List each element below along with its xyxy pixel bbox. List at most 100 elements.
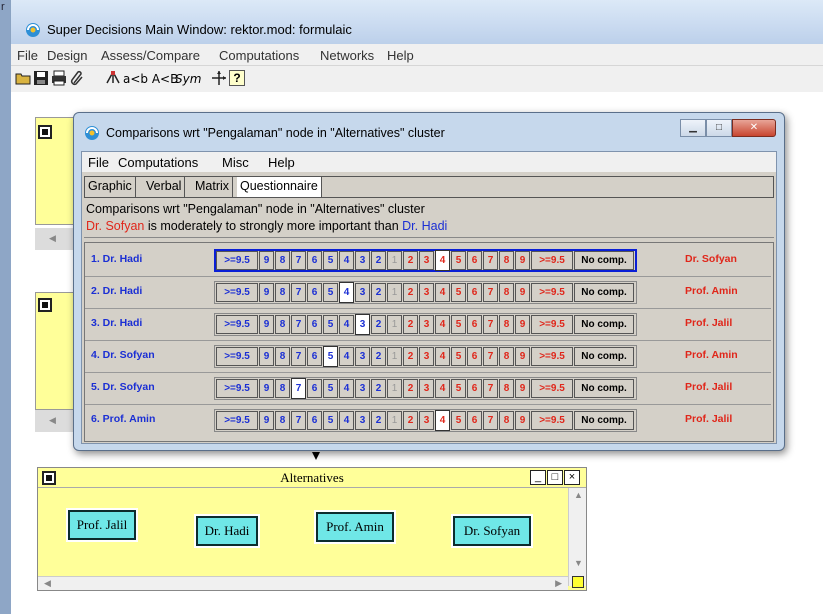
scale-right-7[interactable]: 7: [483, 283, 498, 302]
scale-right-5[interactable]: 5: [451, 251, 466, 270]
tab-verbal[interactable]: Verbal: [143, 177, 186, 197]
scale-left-7[interactable]: 7: [291, 411, 306, 430]
scale-left->=9.5[interactable]: >=9.5: [216, 347, 258, 366]
cluster-vertical-scrollbar[interactable]: ▲ ▼: [568, 488, 586, 586]
relations-button[interactable]: a<b A<B: [123, 72, 178, 86]
scale-equal-1[interactable]: 1: [387, 315, 402, 334]
dialog-menu-misc[interactable]: Misc: [222, 155, 249, 170]
tab-questionnaire[interactable]: Questionnaire: [237, 177, 322, 197]
scale-right-5[interactable]: 5: [451, 315, 466, 334]
scale-right-4[interactable]: 4: [435, 315, 450, 334]
scale-left-7[interactable]: 7: [291, 315, 306, 334]
no-comparison-button[interactable]: No comp.: [574, 251, 634, 270]
scale-right-9[interactable]: 9: [515, 315, 530, 334]
open-folder-icon[interactable]: [15, 70, 31, 86]
scale-left-3[interactable]: 3: [355, 283, 370, 302]
scale-right-9[interactable]: 9: [515, 411, 530, 430]
help-pointer-icon[interactable]: ?: [229, 70, 245, 86]
cluster-resize-grip[interactable]: [572, 576, 584, 588]
scale-right-2[interactable]: 2: [403, 411, 418, 430]
cluster-maximize-button[interactable]: □: [547, 470, 563, 485]
scale-right-3[interactable]: 3: [419, 379, 434, 398]
scale-left-8[interactable]: 8: [275, 379, 290, 398]
scale-left-2[interactable]: 2: [371, 379, 386, 398]
scale-left-4[interactable]: 4: [339, 347, 354, 366]
scale-left-6[interactable]: 6: [307, 251, 322, 270]
menu-help[interactable]: Help: [387, 48, 414, 63]
scale-left-3[interactable]: 3: [355, 347, 370, 366]
scale-right->=9.5[interactable]: >=9.5: [531, 283, 573, 302]
scale-equal-1[interactable]: 1: [387, 411, 402, 430]
scale-right-3[interactable]: 3: [419, 251, 434, 270]
scale-right-8[interactable]: 8: [499, 315, 514, 334]
scale-right-8[interactable]: 8: [499, 411, 514, 430]
scale-right-4[interactable]: 4: [435, 379, 450, 398]
scale-equal-1[interactable]: 1: [387, 347, 402, 366]
scale-left-9[interactable]: 9: [259, 411, 274, 430]
scale-right-6[interactable]: 6: [467, 315, 482, 334]
scale-right-6[interactable]: 6: [467, 251, 482, 270]
scale-right-5[interactable]: 5: [451, 379, 466, 398]
scale-left-3[interactable]: 3: [355, 314, 370, 335]
scale-right-9[interactable]: 9: [515, 283, 530, 302]
scale-left-9[interactable]: 9: [259, 315, 274, 334]
scale-left-4[interactable]: 4: [339, 251, 354, 270]
scale-left-8[interactable]: 8: [275, 347, 290, 366]
scale-right-6[interactable]: 6: [467, 347, 482, 366]
scale-left-8[interactable]: 8: [275, 315, 290, 334]
scale-left-4[interactable]: 4: [339, 379, 354, 398]
tab-graphic[interactable]: Graphic: [85, 177, 136, 197]
menu-networks[interactable]: Networks: [320, 48, 374, 63]
scale-left-3[interactable]: 3: [355, 411, 370, 430]
cluster-close-button[interactable]: ×: [564, 470, 580, 485]
scale-right-9[interactable]: 9: [515, 251, 530, 270]
scale-left-6[interactable]: 6: [307, 283, 322, 302]
minimize-button[interactable]: ▁: [680, 119, 706, 137]
scale-left-5[interactable]: 5: [323, 283, 338, 302]
menu-computations[interactable]: Computations: [219, 48, 299, 63]
scale-right-6[interactable]: 6: [467, 379, 482, 398]
dialog-titlebar[interactable]: Comparisons wrt "Pengalaman" node in "Al…: [74, 113, 784, 151]
node-prof-amin[interactable]: Prof. Amin: [314, 510, 396, 544]
dialog-menu-file[interactable]: File: [88, 155, 109, 170]
scale-right-9[interactable]: 9: [515, 379, 530, 398]
scale-left-6[interactable]: 6: [307, 347, 322, 366]
scale-right-7[interactable]: 7: [483, 379, 498, 398]
scale-right-5[interactable]: 5: [451, 347, 466, 366]
scale-right-8[interactable]: 8: [499, 379, 514, 398]
scale-right-7[interactable]: 7: [483, 347, 498, 366]
scale-left-5[interactable]: 5: [323, 379, 338, 398]
dialog-menu-help[interactable]: Help: [268, 155, 295, 170]
node-dr-sofyan[interactable]: Dr. Sofyan: [451, 514, 533, 548]
scale-left-5[interactable]: 5: [323, 315, 338, 334]
scale-right-4[interactable]: 4: [435, 250, 450, 271]
scale-left-6[interactable]: 6: [307, 411, 322, 430]
node-prof-jalil[interactable]: Prof. Jalil: [66, 508, 138, 542]
scale-left-9[interactable]: 9: [259, 379, 274, 398]
scale-left-8[interactable]: 8: [275, 251, 290, 270]
scale-left-9[interactable]: 9: [259, 283, 274, 302]
node-dr-hadi[interactable]: Dr. Hadi: [194, 514, 260, 548]
dialog-menu-computations[interactable]: Computations: [118, 155, 198, 170]
scale-left-4[interactable]: 4: [339, 282, 354, 303]
scale-right-3[interactable]: 3: [419, 411, 434, 430]
scale-left-5[interactable]: 5: [323, 411, 338, 430]
sym-button[interactable]: Sym: [175, 72, 201, 86]
scale-right->=9.5[interactable]: >=9.5: [531, 347, 573, 366]
tab-matrix[interactable]: Matrix: [192, 177, 234, 197]
scale-left-2[interactable]: 2: [371, 315, 386, 334]
cluster-menu-button-1[interactable]: [38, 125, 52, 139]
maximize-button[interactable]: □: [706, 119, 732, 137]
paperclip-icon[interactable]: [69, 70, 85, 86]
print-icon[interactable]: [51, 70, 67, 86]
scale-right-7[interactable]: 7: [483, 251, 498, 270]
scale-left-9[interactable]: 9: [259, 251, 274, 270]
scale-left-4[interactable]: 4: [339, 411, 354, 430]
scale-right->=9.5[interactable]: >=9.5: [531, 251, 573, 270]
scale-right-7[interactable]: 7: [483, 411, 498, 430]
scale-left-7[interactable]: 7: [291, 251, 306, 270]
menu-design[interactable]: Design: [47, 48, 87, 63]
scale-left->=9.5[interactable]: >=9.5: [216, 411, 258, 430]
no-comparison-button[interactable]: No comp.: [574, 283, 634, 302]
menu-file[interactable]: File: [17, 48, 38, 63]
